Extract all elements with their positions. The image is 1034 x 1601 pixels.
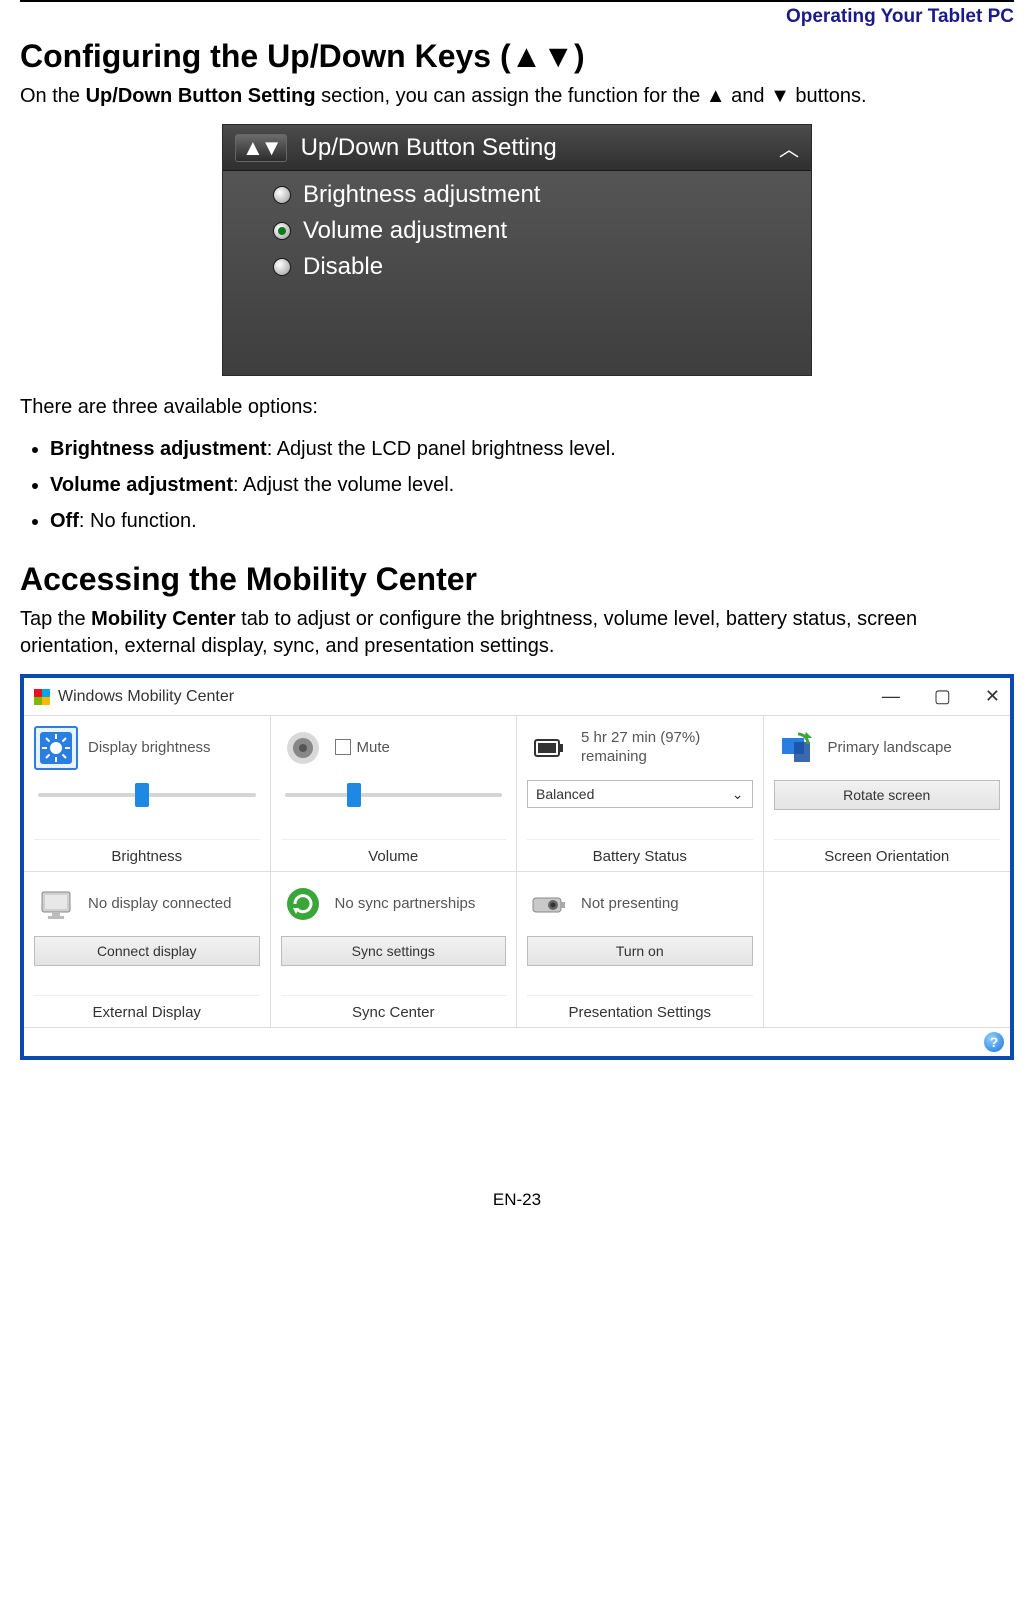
minimize-icon[interactable]: — [882, 686, 900, 707]
brightness-icon[interactable] [34, 726, 78, 770]
updown-options: Brightness adjustment Volume adjustment … [223, 171, 811, 375]
paragraph-intro-1: On the Up/Down Button Setting section, y… [20, 83, 1014, 110]
presentation-status: Not presenting [581, 895, 679, 914]
tile-presentation: Not presenting Turn on Presentation Sett… [517, 872, 764, 1028]
connect-display-button[interactable]: Connect display [34, 936, 260, 966]
tile-caption: Presentation Settings [527, 995, 753, 1021]
tile-sync: No sync partnerships Sync settings Sync … [271, 872, 518, 1028]
tile-external-display: No display connected Connect display Ext… [24, 872, 271, 1028]
brightness-slider[interactable] [38, 784, 256, 806]
list-item: Brightness adjustment: Adjust the LCD pa… [50, 435, 1014, 463]
mute-checkbox[interactable]: Mute [335, 739, 390, 758]
help-icon[interactable]: ? [984, 1032, 1004, 1052]
options-list: Brightness adjustment: Adjust the LCD pa… [20, 435, 1014, 535]
radio-icon[interactable] [273, 258, 291, 276]
option-label: Brightness adjustment [303, 181, 540, 209]
list-item: Volume adjustment: Adjust the volume lev… [50, 471, 1014, 499]
tile-empty [764, 872, 1011, 1028]
page-number: EN-23 [20, 1190, 1014, 1220]
updown-arrows-icon: ▲▼ [235, 134, 287, 162]
projector-icon[interactable] [527, 882, 571, 926]
tile-battery: 5 hr 27 min (97%) remaining Balanced ⌄ B… [517, 716, 764, 872]
tile-caption: Sync Center [281, 995, 507, 1021]
power-plan-select[interactable]: Balanced ⌄ [527, 780, 753, 808]
updown-panel-title: Up/Down Button Setting [301, 134, 557, 162]
orientation-icon[interactable] [774, 726, 818, 770]
brightness-label: Display brightness [88, 739, 211, 758]
sync-status: No sync partnerships [335, 895, 476, 914]
chevron-up-icon[interactable]: ︿ [779, 133, 799, 162]
option-disable[interactable]: Disable [273, 249, 801, 285]
heading-updown: Configuring the Up/Down Keys (▲▼) [20, 38, 1014, 75]
option-label: Volume adjustment [303, 217, 507, 245]
rotate-screen-button[interactable]: Rotate screen [774, 780, 1001, 810]
turn-on-button[interactable]: Turn on [527, 936, 753, 966]
radio-icon[interactable] [273, 222, 291, 240]
battery-icon[interactable] [527, 726, 571, 770]
speaker-icon[interactable] [281, 726, 325, 770]
section-header: Operating Your Tablet PC [20, 0, 1014, 28]
sync-icon[interactable] [281, 882, 325, 926]
option-label: Disable [303, 253, 383, 281]
tile-caption: External Display [34, 995, 260, 1021]
orientation-status: Primary landscape [828, 739, 952, 758]
updown-panel: ▲▼ Up/Down Button Setting ︿ Brightness a… [222, 124, 812, 376]
monitor-icon[interactable] [34, 882, 78, 926]
tile-volume: Mute Volume [271, 716, 518, 872]
mc-title: Windows Mobility Center [58, 688, 234, 706]
mc-titlebar: Windows Mobility Center — ▢ ✕ [24, 678, 1010, 715]
option-volume[interactable]: Volume adjustment [273, 213, 801, 249]
battery-status: 5 hr 27 min (97%) remaining [581, 729, 753, 767]
tile-orientation: Primary landscape Rotate screen Screen O… [764, 716, 1011, 872]
heading-mobility: Accessing the Mobility Center [20, 561, 1014, 598]
windows-flag-icon [34, 689, 50, 705]
tile-caption: Screen Orientation [774, 839, 1001, 865]
maximize-icon[interactable]: ▢ [934, 686, 951, 707]
list-item: Off: No function. [50, 507, 1014, 535]
external-status: No display connected [88, 895, 231, 914]
tile-caption: Volume [281, 839, 507, 865]
paragraph-mobility: Tap the Mobility Center tab to adjust or… [20, 606, 1014, 660]
radio-icon[interactable] [273, 186, 291, 204]
paragraph-options-intro: There are three available options: [20, 394, 1014, 421]
chevron-down-icon: ⌄ [732, 786, 744, 803]
sync-settings-button[interactable]: Sync settings [281, 936, 507, 966]
volume-slider[interactable] [285, 784, 503, 806]
close-icon[interactable]: ✕ [985, 686, 1000, 707]
mobility-center-window: Windows Mobility Center — ▢ ✕ Display br… [20, 674, 1014, 1060]
tile-caption: Brightness [34, 839, 260, 865]
updown-panel-header: ▲▼ Up/Down Button Setting ︿ [223, 125, 811, 171]
tile-brightness: Display brightness Brightness [24, 716, 271, 872]
tile-caption: Battery Status [527, 839, 753, 865]
option-brightness[interactable]: Brightness adjustment [273, 177, 801, 213]
